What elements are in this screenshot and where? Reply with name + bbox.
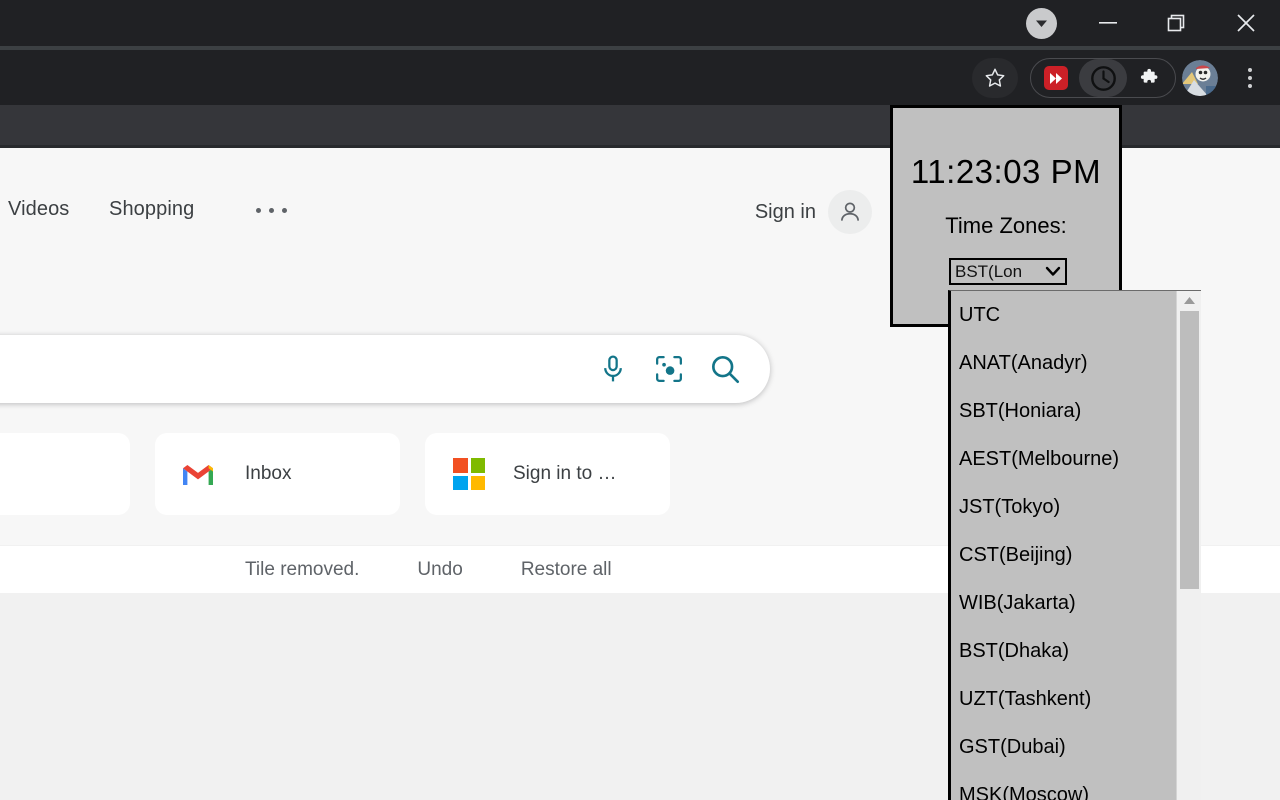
scroll-up-arrow-icon[interactable]	[1177, 291, 1202, 309]
kebab-dot	[1248, 84, 1252, 88]
microsoft-icon	[453, 458, 485, 490]
undo-button[interactable]: Undo	[417, 559, 462, 581]
signin-area[interactable]: Sign in	[755, 190, 872, 234]
shortcut-tile[interactable]	[0, 433, 130, 515]
timezone-option[interactable]: GST(Dubai)	[951, 723, 1179, 771]
maximize-button[interactable]	[1148, 0, 1204, 46]
shortcut-tile-microsoft[interactable]: Sign in to …	[425, 433, 670, 515]
timezone-option[interactable]: ANAT(Anadyr)	[951, 339, 1179, 387]
tile-label: Inbox	[245, 463, 291, 485]
gmail-icon	[183, 461, 217, 487]
timezone-option[interactable]: UTC	[951, 291, 1179, 339]
extensions-puzzle-icon[interactable]	[1127, 59, 1175, 97]
search-box[interactable]	[0, 335, 770, 403]
timezone-option[interactable]: UZT(Tashkent)	[951, 675, 1179, 723]
timezone-option[interactable]: BST(Dhaka)	[951, 627, 1179, 675]
bookmark-star-icon[interactable]	[972, 58, 1018, 98]
timezone-option[interactable]: MSK(Moscow)	[951, 771, 1179, 800]
kebab-dot	[1248, 76, 1252, 80]
browser-window: Videos Shopping Sign in	[0, 0, 1280, 800]
profile-avatar[interactable]	[1182, 60, 1218, 96]
timezone-select-value: BST(Lon	[955, 262, 1022, 282]
clock-time-display: 11:23:03 PM	[893, 153, 1119, 191]
timezone-option[interactable]: JST(Tokyo)	[951, 483, 1179, 531]
timezone-select[interactable]: BST(Lon	[949, 258, 1067, 285]
restore-all-button[interactable]: Restore all	[521, 559, 612, 581]
person-icon	[828, 190, 872, 234]
timezone-option[interactable]: SBT(Honiara)	[951, 387, 1179, 435]
tile-label: Sign in to …	[513, 463, 617, 485]
microphone-icon[interactable]	[598, 354, 628, 384]
dropdown-scrollbar[interactable]	[1176, 291, 1201, 800]
shortcut-tiles: Inbox Sign in to …	[0, 433, 670, 515]
timezone-options: UTC ANAT(Anadyr) SBT(Honiara) AEST(Melbo…	[951, 291, 1179, 800]
timezone-option[interactable]: WIB(Jakarta)	[951, 579, 1179, 627]
timezone-option[interactable]: AEST(Melbourne)	[951, 435, 1179, 483]
more-options-button[interactable]	[250, 196, 292, 224]
scrollbar-thumb[interactable]	[1180, 311, 1199, 589]
toast-message: Tile removed.	[245, 559, 359, 581]
timezone-dropdown-list: UTC ANAT(Anadyr) SBT(Honiara) AEST(Melbo…	[948, 290, 1201, 800]
search-box-icons	[598, 335, 740, 403]
fast-forward-extension-icon[interactable]	[1032, 59, 1080, 97]
nav-item-shopping[interactable]: Shopping	[109, 198, 194, 221]
search-icon[interactable]	[710, 354, 740, 384]
dot	[269, 208, 274, 213]
tab-search-button[interactable]	[1026, 8, 1057, 39]
extensions-pill	[1030, 58, 1176, 98]
minimize-button[interactable]	[1080, 0, 1136, 46]
google-lens-icon[interactable]	[654, 354, 684, 384]
clock-extension-icon[interactable]	[1079, 59, 1127, 97]
nav-item-videos[interactable]: Videos	[8, 198, 69, 221]
chevron-down-icon	[1045, 262, 1061, 282]
signin-label: Sign in	[755, 201, 816, 224]
shortcut-tile-inbox[interactable]: Inbox	[155, 433, 400, 515]
dot	[256, 208, 261, 213]
time-zones-label: Time Zones:	[893, 213, 1119, 239]
kebab-dot	[1248, 68, 1252, 72]
close-button[interactable]	[1216, 0, 1276, 46]
timezone-option[interactable]: CST(Beijing)	[951, 531, 1179, 579]
dot	[282, 208, 287, 213]
chrome-menu-button[interactable]	[1232, 58, 1268, 98]
